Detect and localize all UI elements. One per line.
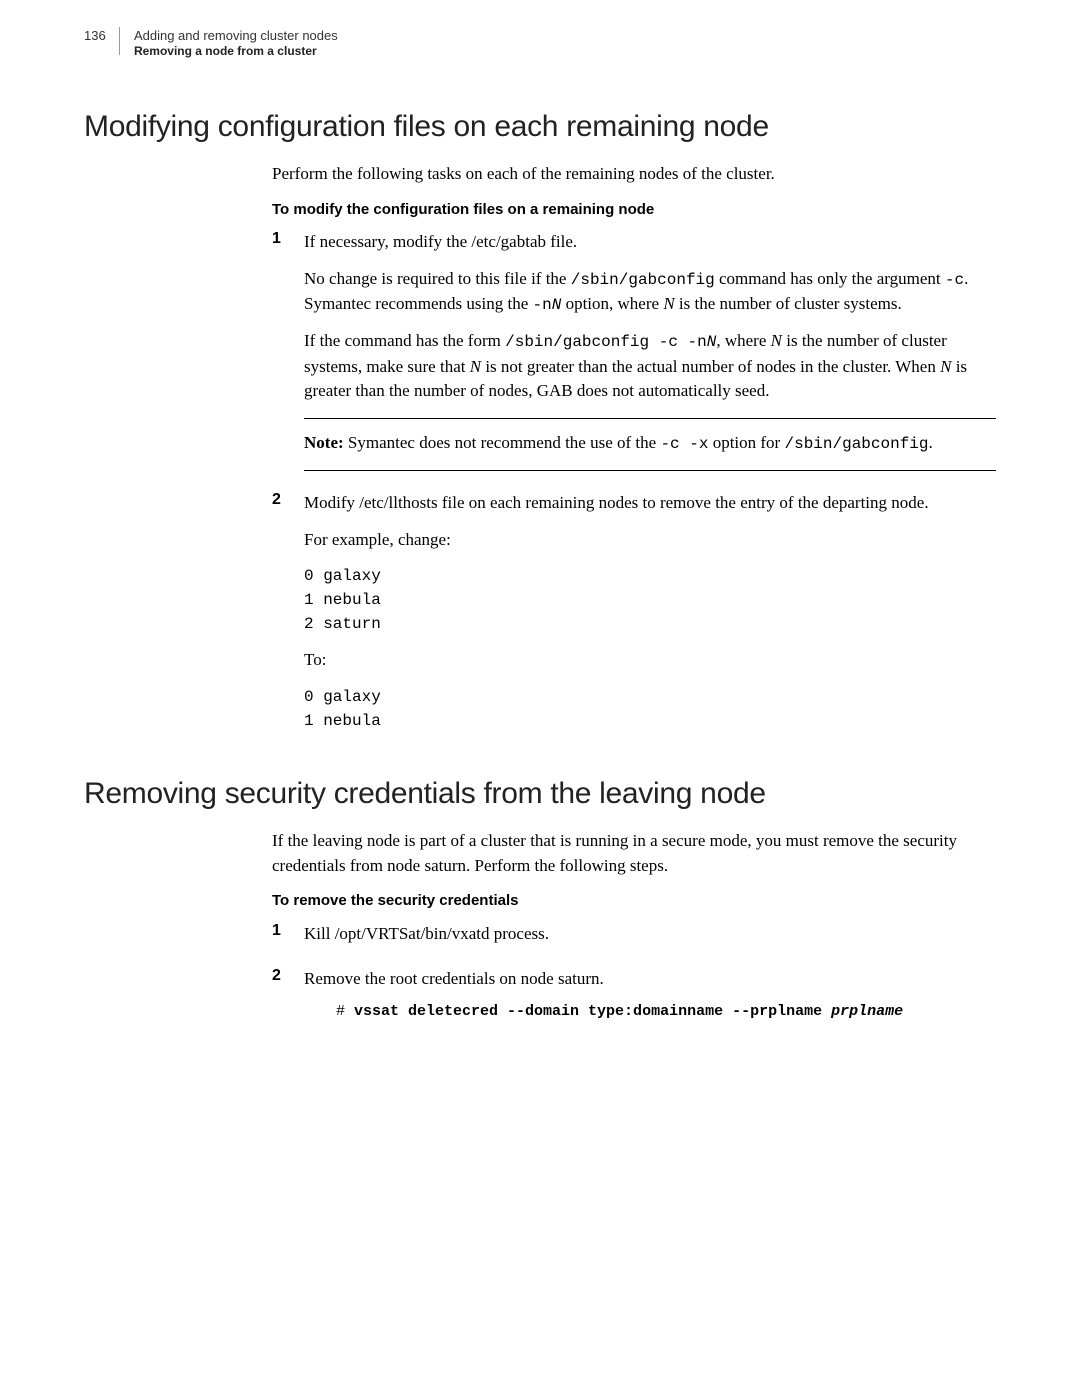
step2-body: Modify /etc/llthosts file on each remain… [304, 491, 996, 745]
cmd-text: vssat deletecred --domain type:domainnam… [354, 1003, 831, 1020]
sec2-step2: 2 Remove the root credentials on node sa… [272, 967, 996, 1021]
sec2-step2-text: Remove the root credentials on node satu… [304, 967, 996, 992]
header-chapter: Adding and removing cluster nodes [134, 28, 338, 43]
note-top-rule [304, 418, 996, 419]
section2-body: If the leaving node is part of a cluster… [272, 829, 996, 1020]
step1-body: If necessary, modify the /etc/gabtab fil… [304, 230, 996, 483]
step2-p1: Modify /etc/llthosts file on each remain… [304, 491, 996, 516]
page-header: 136 Adding and removing cluster nodes Re… [84, 28, 338, 58]
t: No change is required to this file if th… [304, 269, 571, 288]
step1-num: 1 [272, 230, 304, 483]
t: . [929, 433, 933, 452]
t: command has only the argument [715, 269, 945, 288]
sec2-step2-num: 2 [272, 967, 304, 1021]
step1-p1: If necessary, modify the /etc/gabtab fil… [304, 230, 996, 255]
page-number: 136 [84, 28, 106, 43]
italic: N [940, 357, 951, 376]
step1: 1 If necessary, modify the /etc/gabtab f… [272, 230, 996, 483]
section2-intro: If the leaving node is part of a cluster… [272, 829, 996, 878]
code-inline: -c -x [660, 435, 708, 453]
step1-p3: If the command has the form /sbin/gabcon… [304, 329, 996, 403]
section1-subtitle: To modify the configuration files on a r… [272, 199, 996, 221]
step2: 2 Modify /etc/llthosts file on each rema… [272, 491, 996, 745]
code-block-1: 0 galaxy 1 nebula 2 saturn [304, 564, 996, 636]
note-label: Note: [304, 433, 344, 452]
step2-p2: For example, change: [304, 528, 996, 553]
t: , where [716, 331, 770, 350]
page-content: Modifying configuration files on each re… [84, 110, 996, 1028]
code-inline: /sbin/gabconfig [571, 271, 715, 289]
code-inline: /sbin/gabconfig -c -n [505, 333, 707, 351]
step2-num: 2 [272, 491, 304, 745]
t: option, where [561, 294, 663, 313]
code-inline: -n [533, 296, 552, 314]
code-inline: -c [945, 271, 964, 289]
section2: Removing security credentials from the l… [84, 777, 996, 1020]
cmd-arg: prplname [831, 1003, 903, 1020]
step1-p2: No change is required to this file if th… [304, 267, 996, 317]
section1-body: Perform the following tasks on each of t… [272, 162, 996, 745]
section2-subtitle: To remove the security credentials [272, 890, 996, 912]
italic: N [663, 294, 674, 313]
t: Symantec does not recommend the use of t… [344, 433, 661, 452]
t: is not greater than the actual number of… [481, 357, 940, 376]
t: If the command has the form [304, 331, 505, 350]
header-text-block: Adding and removing cluster nodes Removi… [134, 28, 338, 58]
note-bottom-rule [304, 470, 996, 471]
t: is the number of cluster systems. [675, 294, 902, 313]
section2-title: Removing security credentials from the l… [84, 777, 996, 811]
sec2-step1-num: 1 [272, 922, 304, 959]
cmd-prompt: # [336, 1003, 354, 1020]
sec2-step1-text: Kill /opt/VRTSat/bin/vxatd process. [304, 922, 996, 947]
section1-intro: Perform the following tasks on each of t… [272, 162, 996, 187]
code-block-2: 0 galaxy 1 nebula [304, 685, 996, 733]
italic: N [771, 331, 782, 350]
header-divider [119, 27, 120, 55]
step1-note: Note: Symantec does not recommend the us… [304, 431, 996, 456]
code-inline: /sbin/gabconfig [784, 435, 928, 453]
header-section: Removing a node from a cluster [134, 44, 338, 58]
command-block: # vssat deletecred --domain type:domainn… [336, 1003, 996, 1020]
section1-title: Modifying configuration files on each re… [84, 110, 996, 144]
step2-p3: To: [304, 648, 996, 673]
sec2-step1-body: Kill /opt/VRTSat/bin/vxatd process. [304, 922, 996, 959]
code-italic: N [707, 333, 717, 351]
sec2-step1: 1 Kill /opt/VRTSat/bin/vxatd process. [272, 922, 996, 959]
sec2-step2-body: Remove the root credentials on node satu… [304, 967, 996, 1021]
t: option for [708, 433, 784, 452]
code-italic: N [552, 296, 562, 314]
italic: N [470, 357, 481, 376]
